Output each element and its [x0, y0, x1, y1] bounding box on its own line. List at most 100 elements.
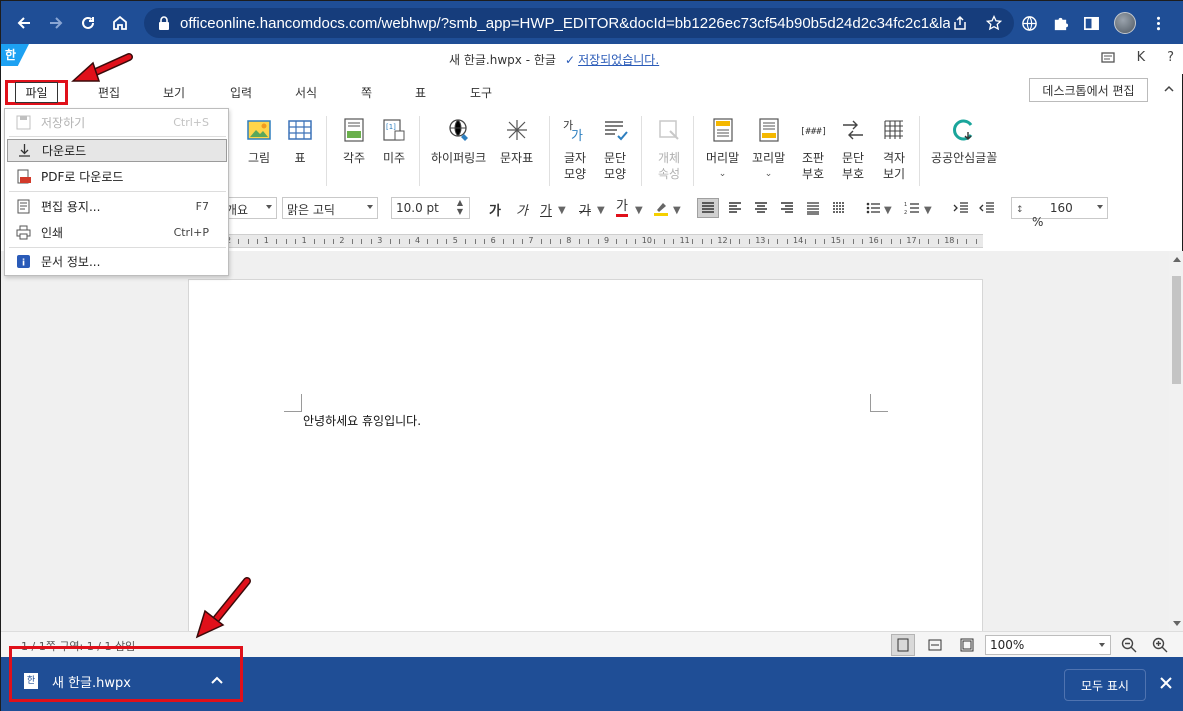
bold-button[interactable]: 가: [489, 200, 501, 219]
ribbon-picture[interactable]: 그림: [245, 116, 273, 166]
menu-file[interactable]: 파일: [5, 80, 68, 105]
menu-view[interactable]: 보기: [163, 84, 185, 101]
align-left-button[interactable]: [727, 200, 743, 220]
menu-save-label: 저장하기: [41, 116, 86, 130]
ribbon-footnote[interactable]: 각주: [340, 116, 368, 166]
saved-status[interactable]: ✓ 저장되었습니다.: [565, 51, 659, 68]
ruler-tick: [295, 239, 297, 244]
ribbon-header[interactable]: 머리말 ⌄: [706, 116, 739, 182]
ribbon-char-shape[interactable]: 가가 글자 모양: [561, 116, 589, 182]
menu-page[interactable]: 쪽: [361, 84, 372, 101]
dropdown-caret-icon[interactable]: ▼: [635, 205, 643, 216]
zoom-out-icon[interactable]: [1120, 636, 1138, 654]
dropdown-caret-icon[interactable]: ▼: [558, 205, 566, 216]
menu-page-setup[interactable]: 편집 용지... F7: [7, 195, 227, 218]
more-vert-icon[interactable]: [1150, 15, 1167, 32]
scroll-thumb[interactable]: [1172, 276, 1181, 384]
bullet-list-button[interactable]: [865, 200, 881, 220]
strike-button[interactable]: 가: [579, 200, 591, 219]
download-item[interactable]: 한 새 한글.hwpx: [9, 646, 243, 702]
reload-button[interactable]: [73, 8, 103, 38]
divide-button[interactable]: [831, 200, 847, 220]
indent-button[interactable]: [953, 200, 969, 220]
align-justify-button[interactable]: [697, 198, 719, 218]
align-right-button[interactable]: [779, 200, 795, 220]
hancom-logo: 한: [1, 44, 29, 66]
distribute-button[interactable]: [805, 200, 821, 220]
ribbon-charmap[interactable]: 문자표: [500, 116, 533, 166]
dropdown-caret-icon[interactable]: ▼: [597, 205, 605, 216]
menu-download[interactable]: 다운로드: [7, 139, 227, 162]
star-icon[interactable]: [986, 15, 1002, 31]
menu-pdf-download[interactable]: PDF로 다운로드: [7, 165, 227, 188]
share-icon[interactable]: [952, 15, 968, 31]
font-select[interactable]: 맑은 고딕: [282, 197, 378, 219]
ruler-tick: [484, 239, 486, 244]
fit-page-button[interactable]: [955, 634, 979, 656]
globe-icon[interactable]: [1021, 15, 1038, 32]
forward-button[interactable]: [41, 8, 71, 38]
italic-button[interactable]: 가: [516, 200, 528, 219]
comment-icon[interactable]: [1100, 51, 1115, 65]
ribbon-assemble-mark[interactable]: [###] 조판 부호: [799, 116, 827, 182]
highlight-button[interactable]: [653, 200, 669, 220]
underline-button[interactable]: 가: [540, 200, 552, 219]
font-color-button[interactable]: 가: [616, 200, 628, 217]
scroll-down-icon[interactable]: [1173, 621, 1181, 626]
page-view-button[interactable]: [891, 634, 915, 656]
ribbon-table[interactable]: 표: [286, 116, 314, 166]
puzzle-icon[interactable]: [1052, 15, 1069, 32]
menu-doc-info[interactable]: i 문서 정보...: [7, 250, 227, 273]
ruler-tick: [843, 239, 845, 244]
ribbon-footer[interactable]: 꼬리말 ⌄: [752, 116, 785, 182]
style-select[interactable]: 개요: [221, 197, 277, 219]
menu-print[interactable]: 인쇄 Ctrl+P: [7, 221, 227, 244]
svg-text:가: 가: [571, 129, 583, 143]
ribbon-endnote[interactable]: [1] 미주: [380, 116, 408, 166]
user-initial[interactable]: K: [1137, 50, 1146, 65]
ruler-number: 2: [339, 236, 345, 245]
close-icon[interactable]: [1159, 676, 1173, 690]
font-size-input[interactable]: 10.0 pt ▲ ▼: [391, 197, 470, 219]
line-spacing-input[interactable]: ↕ 160 %: [1011, 197, 1108, 229]
scroll-up-icon[interactable]: [1173, 257, 1181, 262]
dropdown-caret-icon[interactable]: ▼: [673, 205, 681, 216]
profile-avatar[interactable]: [1114, 12, 1136, 34]
menu-format[interactable]: 서식: [295, 84, 317, 101]
zoom-in-icon[interactable]: [1151, 636, 1169, 654]
ribbon-grid[interactable]: 격자 보기: [880, 116, 908, 182]
ruler-tick: [852, 239, 854, 244]
chevron-up-icon[interactable]: [1163, 83, 1175, 95]
ribbon-object-props[interactable]: 개체 속성: [655, 116, 683, 182]
show-all-button[interactable]: 모두 표시: [1064, 669, 1146, 701]
menu-save[interactable]: 저장하기 Ctrl+S: [7, 111, 227, 134]
menu-tools[interactable]: 도구: [470, 84, 492, 101]
align-center-button[interactable]: [753, 200, 769, 220]
dropdown-caret-icon[interactable]: ▼: [924, 205, 932, 216]
document-page[interactable]: [188, 279, 983, 631]
vertical-scrollbar[interactable]: [1169, 251, 1183, 631]
menu-edit[interactable]: 편집: [98, 84, 120, 101]
chevron-up-icon[interactable]: [210, 674, 224, 688]
back-button[interactable]: [9, 8, 39, 38]
ruler-tick: [427, 239, 429, 244]
help-button[interactable]: ?: [1167, 50, 1174, 65]
menu-table[interactable]: 표: [415, 84, 426, 101]
address-bar[interactable]: officeonline.hancomdocs.com/webhwp/?smb_…: [144, 8, 1014, 38]
ribbon-hyperlink[interactable]: 하이퍼링크: [431, 116, 486, 166]
ribbon-para-shape[interactable]: 문단 모양: [601, 116, 629, 182]
width-view-button[interactable]: [923, 634, 947, 656]
svg-text:1: 1: [904, 202, 907, 208]
document-text[interactable]: 안녕하세요 휴잉입니다.: [303, 412, 421, 429]
outdent-button[interactable]: [979, 200, 995, 220]
home-button[interactable]: [105, 8, 135, 38]
horizontal-ruler[interactable]: 21123456789101112131415161718: [229, 234, 983, 248]
ribbon-safe-font[interactable]: 공공안심글꼴: [931, 116, 997, 166]
dropdown-caret-icon[interactable]: ▼: [884, 205, 892, 216]
number-list-button[interactable]: 12: [904, 200, 920, 220]
desktop-edit-button[interactable]: 데스크톱에서 편집: [1029, 78, 1148, 102]
ribbon-para-mark[interactable]: 문단 부호: [839, 116, 867, 182]
side-panel-icon[interactable]: [1083, 15, 1100, 32]
zoom-select[interactable]: 100%: [985, 635, 1111, 655]
menu-insert[interactable]: 입력: [230, 84, 252, 101]
